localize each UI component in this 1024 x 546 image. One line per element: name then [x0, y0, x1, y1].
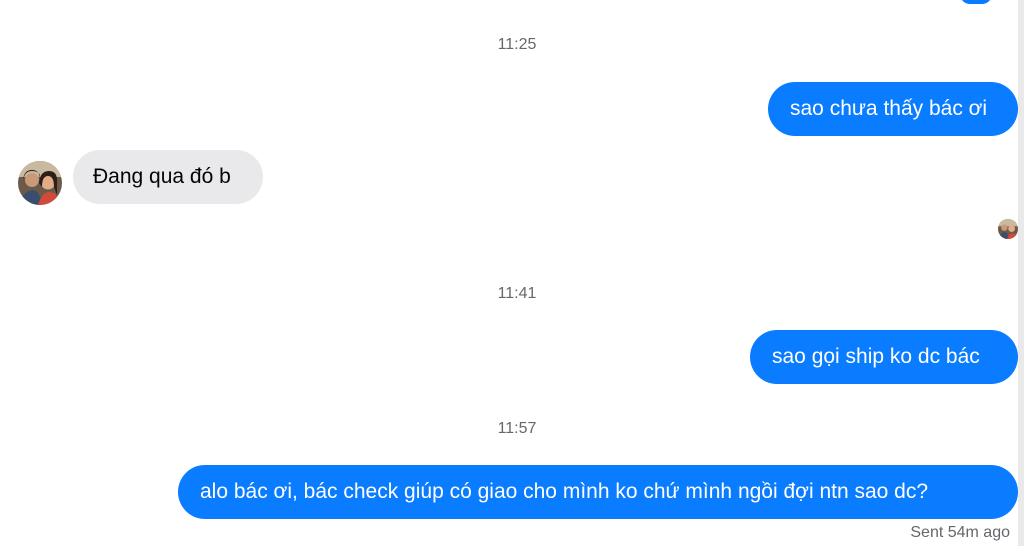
outgoing-message-bubble[interactable]: sao gọi ship ko dc bác — [750, 330, 1018, 384]
read-receipt-avatar-icon — [998, 219, 1018, 239]
timestamp-divider: 11:41 — [497, 285, 537, 302]
timestamp-divider: 11:25 — [497, 36, 537, 53]
sent-status: Sent 54m ago — [910, 524, 1010, 541]
chat-thread[interactable]: 11:25 sao chưa thấy bác ơi Đang qua đó b… — [0, 0, 1024, 546]
previous-message-bubble-edge — [960, 0, 992, 4]
outgoing-message-bubble[interactable]: sao chưa thấy bác ơi — [768, 82, 1018, 136]
outgoing-message-bubble[interactable]: alo bác ơi, bác check giúp có giao cho m… — [178, 465, 1018, 519]
incoming-message-bubble[interactable]: Đang qua đó b — [73, 150, 263, 204]
contact-avatar-icon[interactable] — [18, 161, 62, 205]
timestamp-divider: 11:57 — [497, 420, 537, 437]
